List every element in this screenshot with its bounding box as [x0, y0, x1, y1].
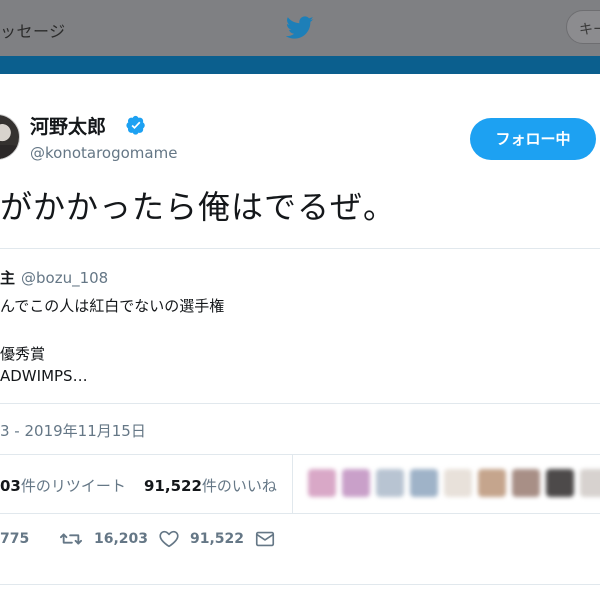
retweet-count[interactable]: 16,203 [94, 531, 148, 547]
stats-divider [292, 455, 293, 513]
quoted-tweet[interactable]: 主 @bozu_108 んでこの人は紅白でないの選手権 優秀賞 ADWIMPS… [0, 248, 600, 404]
following-button[interactable]: フォロー中 [470, 118, 596, 160]
heart-icon[interactable] [158, 528, 180, 550]
tweet-text: がかかったら俺はでるぜ。 [0, 188, 397, 226]
reply-count[interactable]: 775 [0, 531, 29, 547]
liker-avatar[interactable] [376, 469, 404, 497]
quoted-author-handle: @bozu_108 [21, 269, 109, 287]
quoted-tweet-line: ADWIMPS… [0, 367, 88, 385]
verified-badge-icon [126, 115, 145, 135]
quoted-author-name: 主 [0, 269, 16, 287]
liker-avatar[interactable] [478, 469, 506, 497]
top-navigation: ッセージ キー [0, 0, 600, 56]
quoted-tweet-line: 優秀賞 [0, 345, 46, 363]
messages-nav-item[interactable]: ッセージ [0, 18, 66, 42]
like-count[interactable]: 91,522 [190, 531, 244, 547]
search-input[interactable]: キー [566, 10, 600, 44]
tweet-actions: 775 16,203 91,522 [0, 522, 600, 558]
like-stat[interactable]: 91,522件のいいね [144, 475, 277, 496]
tweet-card: 河野太郎 @konotarogomame フォロー中 がかかったら俺はでるぜ。 … [0, 74, 600, 600]
header-band [0, 56, 600, 74]
twitter-bird-icon[interactable] [286, 16, 314, 40]
divider [0, 584, 600, 585]
retweet-icon[interactable] [60, 528, 82, 550]
liker-avatar[interactable] [444, 469, 472, 497]
liker-avatar[interactable] [580, 469, 600, 497]
tweet-stats: 03件のリツイート 91,522件のいいね [0, 454, 600, 514]
retweet-stat-count: 03 [0, 477, 21, 495]
display-name[interactable]: 河野太郎 [30, 112, 106, 139]
like-stat-label: 件のいいね [201, 477, 277, 495]
liker-avatar[interactable] [308, 469, 336, 497]
direct-message-icon[interactable] [254, 528, 276, 550]
like-stat-count: 91,522 [144, 477, 202, 495]
retweet-stat-label: 件のリツイート [20, 477, 126, 495]
quoted-tweet-author: 主 @bozu_108 [0, 267, 108, 288]
retweet-stat[interactable]: 03件のリツイート [0, 475, 126, 496]
screen-name[interactable]: @konotarogomame [30, 144, 177, 162]
quoted-tweet-line: んでこの人は紅白でないの選手権 [0, 297, 225, 315]
liker-avatar[interactable] [546, 469, 574, 497]
liker-avatar[interactable] [512, 469, 540, 497]
liker-avatar[interactable] [410, 469, 438, 497]
avatar[interactable] [0, 114, 20, 160]
liker-avatar[interactable] [342, 469, 370, 497]
tweet-timestamp[interactable]: 3 - 2019年11月15日 [0, 420, 146, 441]
